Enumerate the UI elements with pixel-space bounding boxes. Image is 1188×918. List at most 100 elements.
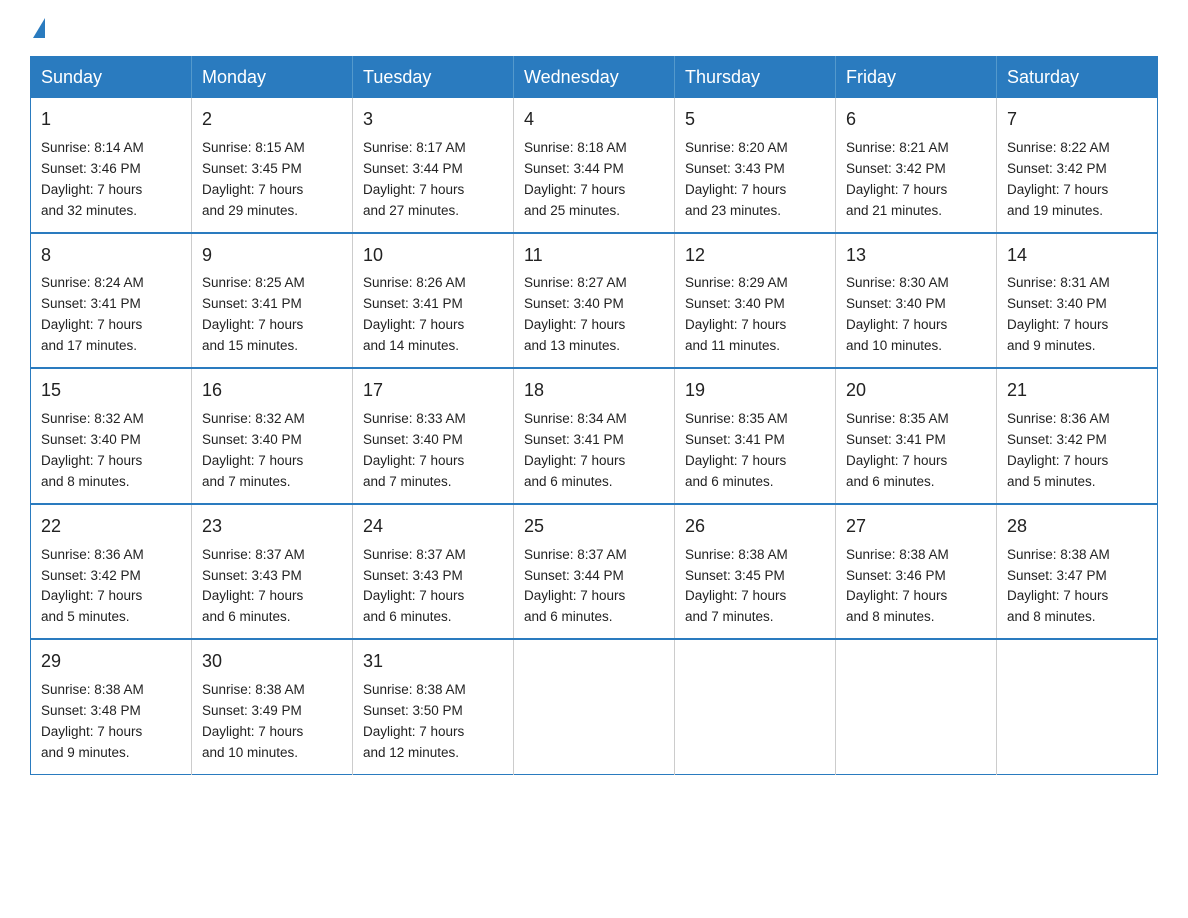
calendar-cell: 1Sunrise: 8:14 AMSunset: 3:46 PMDaylight… [31,98,192,233]
calendar-cell: 8Sunrise: 8:24 AMSunset: 3:41 PMDaylight… [31,233,192,369]
daylight-line2: and 7 minutes. [363,474,452,489]
weekday-header-wednesday: Wednesday [514,57,675,99]
day-number: 5 [685,106,825,134]
calendar-cell: 6Sunrise: 8:21 AMSunset: 3:42 PMDaylight… [836,98,997,233]
weekday-header-thursday: Thursday [675,57,836,99]
calendar-cell: 28Sunrise: 8:38 AMSunset: 3:47 PMDayligh… [997,504,1158,640]
calendar-cell: 25Sunrise: 8:37 AMSunset: 3:44 PMDayligh… [514,504,675,640]
day-number: 18 [524,377,664,405]
calendar-cell: 16Sunrise: 8:32 AMSunset: 3:40 PMDayligh… [192,368,353,504]
daylight-line2: and 13 minutes. [524,338,620,353]
sunrise-value: Sunrise: 8:37 AM [524,547,627,562]
daylight-line2: and 32 minutes. [41,203,137,218]
weekday-header-sunday: Sunday [31,57,192,99]
daylight-line2: and 21 minutes. [846,203,942,218]
calendar-week-row: 8Sunrise: 8:24 AMSunset: 3:41 PMDaylight… [31,233,1158,369]
daylight-line1: Daylight: 7 hours [363,453,464,468]
daylight-line2: and 10 minutes. [846,338,942,353]
day-number: 28 [1007,513,1147,541]
daylight-line1: Daylight: 7 hours [363,182,464,197]
sunset-value: Sunset: 3:46 PM [846,568,946,583]
calendar-cell: 18Sunrise: 8:34 AMSunset: 3:41 PMDayligh… [514,368,675,504]
sunset-value: Sunset: 3:43 PM [363,568,463,583]
day-number: 20 [846,377,986,405]
sunset-value: Sunset: 3:41 PM [846,432,946,447]
sunset-value: Sunset: 3:49 PM [202,703,302,718]
sunset-value: Sunset: 3:41 PM [41,296,141,311]
daylight-line2: and 17 minutes. [41,338,137,353]
daylight-line2: and 11 minutes. [685,338,780,353]
day-number: 4 [524,106,664,134]
sunset-value: Sunset: 3:43 PM [685,161,785,176]
sunset-value: Sunset: 3:42 PM [41,568,141,583]
calendar-cell: 10Sunrise: 8:26 AMSunset: 3:41 PMDayligh… [353,233,514,369]
calendar-cell: 29Sunrise: 8:38 AMSunset: 3:48 PMDayligh… [31,639,192,774]
daylight-line2: and 9 minutes. [1007,338,1096,353]
day-number: 13 [846,242,986,270]
day-number: 21 [1007,377,1147,405]
calendar-cell: 7Sunrise: 8:22 AMSunset: 3:42 PMDaylight… [997,98,1158,233]
day-number: 29 [41,648,181,676]
daylight-line2: and 29 minutes. [202,203,298,218]
daylight-line1: Daylight: 7 hours [41,182,142,197]
sunrise-value: Sunrise: 8:17 AM [363,140,466,155]
daylight-line2: and 25 minutes. [524,203,620,218]
daylight-line1: Daylight: 7 hours [1007,453,1108,468]
calendar-cell: 17Sunrise: 8:33 AMSunset: 3:40 PMDayligh… [353,368,514,504]
sunset-value: Sunset: 3:45 PM [685,568,785,583]
daylight-line2: and 6 minutes. [202,609,291,624]
day-number: 15 [41,377,181,405]
daylight-line1: Daylight: 7 hours [685,182,786,197]
sunrise-value: Sunrise: 8:25 AM [202,275,305,290]
calendar-table: SundayMondayTuesdayWednesdayThursdayFrid… [30,56,1158,775]
daylight-line2: and 6 minutes. [685,474,774,489]
day-number: 17 [363,377,503,405]
daylight-line2: and 27 minutes. [363,203,459,218]
daylight-line2: and 14 minutes. [363,338,459,353]
daylight-line1: Daylight: 7 hours [363,724,464,739]
daylight-line2: and 8 minutes. [41,474,130,489]
sunrise-value: Sunrise: 8:21 AM [846,140,949,155]
calendar-week-row: 1Sunrise: 8:14 AMSunset: 3:46 PMDaylight… [31,98,1158,233]
sunrise-value: Sunrise: 8:38 AM [202,682,305,697]
day-number: 7 [1007,106,1147,134]
calendar-cell: 9Sunrise: 8:25 AMSunset: 3:41 PMDaylight… [192,233,353,369]
sunrise-value: Sunrise: 8:20 AM [685,140,788,155]
sunrise-value: Sunrise: 8:15 AM [202,140,305,155]
calendar-header-row: SundayMondayTuesdayWednesdayThursdayFrid… [31,57,1158,99]
calendar-cell: 4Sunrise: 8:18 AMSunset: 3:44 PMDaylight… [514,98,675,233]
daylight-line2: and 6 minutes. [363,609,452,624]
daylight-line1: Daylight: 7 hours [1007,182,1108,197]
sunrise-value: Sunrise: 8:34 AM [524,411,627,426]
daylight-line1: Daylight: 7 hours [524,317,625,332]
daylight-line2: and 10 minutes. [202,745,298,760]
sunrise-value: Sunrise: 8:27 AM [524,275,627,290]
sunrise-value: Sunrise: 8:35 AM [685,411,788,426]
daylight-line2: and 7 minutes. [685,609,774,624]
daylight-line2: and 12 minutes. [363,745,459,760]
day-number: 14 [1007,242,1147,270]
daylight-line1: Daylight: 7 hours [202,317,303,332]
sunrise-value: Sunrise: 8:22 AM [1007,140,1110,155]
day-number: 12 [685,242,825,270]
sunrise-value: Sunrise: 8:38 AM [685,547,788,562]
day-number: 31 [363,648,503,676]
sunrise-value: Sunrise: 8:37 AM [202,547,305,562]
calendar-cell [836,639,997,774]
sunset-value: Sunset: 3:45 PM [202,161,302,176]
weekday-header-monday: Monday [192,57,353,99]
daylight-line2: and 8 minutes. [1007,609,1096,624]
calendar-cell: 15Sunrise: 8:32 AMSunset: 3:40 PMDayligh… [31,368,192,504]
daylight-line1: Daylight: 7 hours [685,453,786,468]
sunrise-value: Sunrise: 8:38 AM [41,682,144,697]
sunset-value: Sunset: 3:40 PM [202,432,302,447]
calendar-cell [675,639,836,774]
daylight-line1: Daylight: 7 hours [41,317,142,332]
calendar-cell: 24Sunrise: 8:37 AMSunset: 3:43 PMDayligh… [353,504,514,640]
calendar-cell [997,639,1158,774]
weekday-header-friday: Friday [836,57,997,99]
sunrise-value: Sunrise: 8:30 AM [846,275,949,290]
daylight-line2: and 5 minutes. [1007,474,1096,489]
day-number: 27 [846,513,986,541]
daylight-line2: and 6 minutes. [524,609,613,624]
